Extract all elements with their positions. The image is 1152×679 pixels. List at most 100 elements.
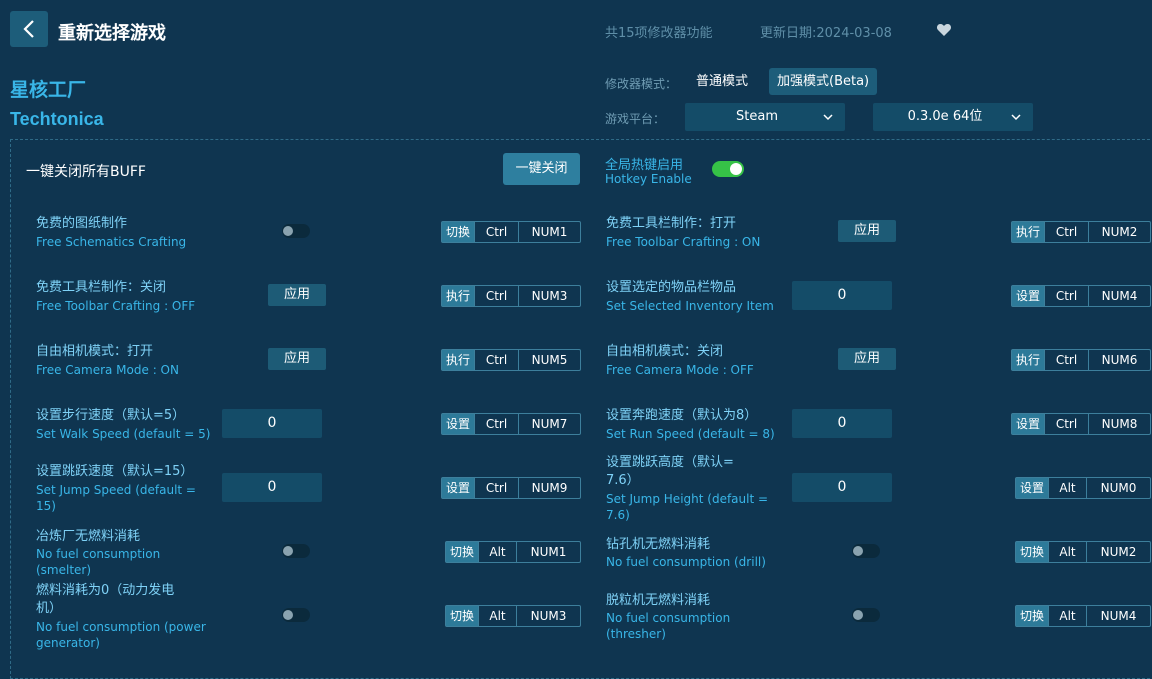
platform-label: 游戏平台： (605, 112, 666, 126)
hotkey-key: NUM1 (516, 542, 580, 562)
hotkey-action: 执行 (442, 286, 475, 306)
hotkey-key: NUM4 (1088, 286, 1150, 306)
heart-icon[interactable] (936, 22, 952, 38)
feature-label-en: Free Camera Mode : OFF (606, 363, 754, 377)
apply-button[interactable]: 应用 (838, 348, 896, 370)
feature-toggle[interactable] (282, 608, 310, 622)
hotkey-modifier: Alt (478, 606, 516, 626)
feature-label-cn: 免费工具栏制作：打开 (606, 216, 737, 231)
hotkey-modifier: Alt (478, 542, 516, 562)
apply-button[interactable]: 应用 (268, 348, 326, 370)
hotkey-combo[interactable]: 设置 Ctrl NUM7 (441, 413, 581, 435)
apply-button[interactable]: 应用 (838, 220, 896, 242)
feature-label-cn: 设置奔跑速度（默认为8） (606, 408, 758, 423)
hotkey-key: NUM8 (1088, 414, 1150, 434)
feature-label-en: Set Walk Speed (default = 5) (36, 427, 211, 441)
hotkey-action: 设置 (1012, 286, 1045, 306)
hotkey-action: 设置 (442, 414, 475, 434)
hotkey-combo[interactable]: 执行 Ctrl NUM5 (441, 349, 581, 371)
feature-label-cn: 免费工具栏制作：关闭 (36, 280, 167, 295)
feature-label-en: (thresher) (606, 627, 666, 641)
hotkey-combo[interactable]: 切换 Alt NUM4 (1015, 605, 1151, 627)
hotkey-label-cn: 全局热键启用 (605, 158, 684, 173)
hotkey-action: 设置 (1012, 414, 1045, 434)
game-name-cn: 星核工厂 (10, 79, 87, 101)
hotkey-modifier: Ctrl (474, 478, 518, 498)
hotkey-modifier: Ctrl (474, 350, 518, 370)
hotkey-key: NUM2 (1088, 222, 1150, 242)
hotkey-combo[interactable]: 设置 Ctrl NUM9 (441, 477, 581, 499)
chevron-down-icon (823, 114, 833, 121)
platform-select[interactable]: Steam (685, 103, 845, 131)
hotkey-key: NUM9 (518, 478, 580, 498)
hotkey-modifier: Ctrl (1044, 286, 1088, 306)
feature-toggle[interactable] (852, 608, 880, 622)
value-input[interactable]: 0 (792, 409, 892, 438)
feature-toggle[interactable] (282, 224, 310, 238)
hotkey-key: NUM7 (518, 414, 580, 434)
hotkey-key: NUM3 (518, 286, 580, 306)
hotkey-action: 切换 (1016, 542, 1049, 562)
hotkey-combo[interactable]: 设置 Ctrl NUM8 (1011, 413, 1151, 435)
hotkey-combo[interactable]: 设置 Ctrl NUM4 (1011, 285, 1151, 307)
hotkey-key: NUM6 (1088, 350, 1150, 370)
hotkey-key: NUM2 (1086, 542, 1150, 562)
mode-normal-button[interactable]: 普通模式 (688, 68, 756, 95)
hotkey-action: 切换 (446, 542, 479, 562)
hotkey-enable-switch[interactable] (712, 161, 744, 177)
value-input[interactable]: 0 (222, 473, 322, 502)
feature-label-en: No fuel consumption (36, 547, 161, 561)
page-title: 重新选择游戏 (58, 23, 166, 44)
hotkey-combo[interactable]: 执行 Ctrl NUM3 (441, 285, 581, 307)
hotkey-action: 设置 (442, 478, 475, 498)
version-value: 0.3.0e 64位 (907, 109, 983, 124)
feature-toggle[interactable] (852, 544, 880, 558)
hotkey-modifier: Ctrl (474, 286, 518, 306)
feature-label-cn: 机） (36, 601, 63, 616)
feature-label-cn: 设置跳跃高度（默认= (606, 455, 734, 470)
hotkey-modifier: Ctrl (474, 414, 518, 434)
feature-label-cn: 自由相机模式：打开 (36, 344, 154, 359)
hotkey-action: 切换 (446, 606, 479, 626)
feature-label-en: generator) (36, 636, 100, 650)
hotkey-key: NUM4 (1086, 606, 1150, 626)
value-input[interactable]: 0 (792, 281, 892, 310)
feature-label-en: No fuel consumption (power (36, 620, 206, 634)
hotkey-combo[interactable]: 切换 Alt NUM3 (445, 605, 581, 627)
value-input[interactable]: 0 (222, 409, 322, 438)
chevron-left-icon (23, 20, 34, 38)
platform-value: Steam (736, 109, 778, 124)
apply-button[interactable]: 应用 (268, 284, 326, 306)
hotkey-modifier: Alt (1048, 542, 1086, 562)
hotkey-combo[interactable]: 执行 Ctrl NUM2 (1011, 221, 1151, 243)
hotkey-combo[interactable]: 设置 Alt NUM0 (1015, 477, 1151, 499)
back-button[interactable] (10, 11, 48, 47)
mode-label: 修改器模式： (605, 77, 678, 91)
hotkey-modifier: Alt (1048, 606, 1086, 626)
toggle-knob (853, 610, 863, 620)
hotkey-combo[interactable]: 切换 Alt NUM2 (1015, 541, 1151, 563)
hotkey-action: 切换 (1016, 606, 1049, 626)
feature-label-en: No fuel consumption (606, 611, 731, 625)
close-all-buff-label: 一键关闭所有BUFF (26, 164, 146, 180)
feature-label-en: Free Camera Mode : ON (36, 363, 179, 377)
feature-label-en: Free Toolbar Crafting : ON (606, 235, 761, 249)
feature-toggle[interactable] (282, 544, 310, 558)
feature-label-en: No fuel consumption (drill) (606, 555, 766, 569)
chevron-down-icon (1011, 114, 1021, 121)
feature-label-en: Free Toolbar Crafting : OFF (36, 299, 196, 313)
mode-enhanced-button[interactable]: 加强模式(Beta) (769, 68, 878, 95)
feature-label-cn: 设置选定的物品栏物品 (606, 280, 737, 295)
game-name-en: Techtonica (10, 109, 104, 129)
hotkey-combo[interactable]: 执行 Ctrl NUM6 (1011, 349, 1151, 371)
feature-count: 共15项修改器功能 (605, 26, 713, 41)
toggle-knob (283, 610, 293, 620)
close-all-button[interactable]: 一键关闭 (503, 153, 580, 185)
value-input[interactable]: 0 (792, 473, 892, 502)
version-select[interactable]: 0.3.0e 64位 (873, 103, 1033, 131)
hotkey-action: 设置 (1016, 478, 1049, 498)
hotkey-combo[interactable]: 切换 Ctrl NUM1 (441, 221, 581, 243)
hotkey-combo[interactable]: 切换 Alt NUM1 (445, 541, 581, 563)
update-date: 更新日期:2024-03-08 (760, 26, 892, 41)
feature-label-cn: 自由相机模式：关闭 (606, 344, 724, 359)
